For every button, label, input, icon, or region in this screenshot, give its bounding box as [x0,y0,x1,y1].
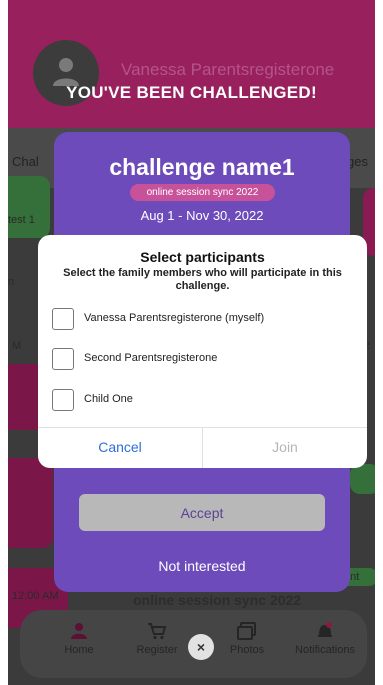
participant-option[interactable]: Child One [52,389,352,411]
dialog-title: Select participants [140,249,265,265]
cancel-button[interactable]: Cancel [38,427,202,468]
session-badge: online session sync 2022 [130,184,275,201]
accept-button[interactable]: Accept [79,494,325,531]
not-interested-link[interactable]: Not interested [54,558,350,574]
participant-checkbox[interactable] [52,348,74,370]
challenged-banner: YOU'VE BEEN CHALLENGED! [66,83,317,102]
participant-label: Child One [84,393,133,405]
challenge-name: challenge name1 [109,154,295,180]
participant-option[interactable]: Second Parentsregisterone [52,348,352,370]
participant-option[interactable]: Vanessa Parentsregisterone (myself) [52,308,352,330]
participant-checkbox[interactable] [52,308,74,330]
select-participants-dialog: Select participants Select the family me… [38,235,367,468]
close-icon[interactable]: × [188,634,214,660]
participant-checkbox[interactable] [52,389,74,411]
dialog-description: Select the family members who will parti… [63,267,342,292]
challenge-dates: Aug 1 - Nov 30, 2022 [140,208,264,223]
participant-label: Vanessa Parentsregisterone (myself) [84,312,265,324]
join-button[interactable]: Join [203,427,367,468]
participant-label: Second Parentsregisterone [84,352,218,364]
